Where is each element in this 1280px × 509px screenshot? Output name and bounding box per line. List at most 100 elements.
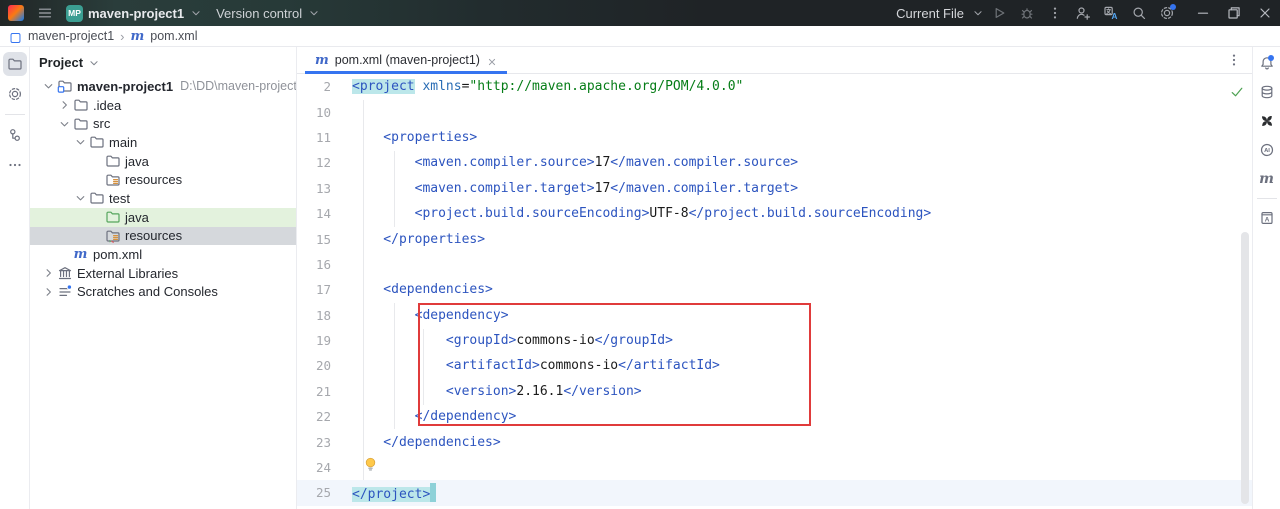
code-line-13[interactable]: 13 <maven.compiler.target>17</maven.comp… [297, 176, 1252, 201]
tree-item-java[interactable]: java [30, 152, 296, 171]
settings-tool-icon[interactable] [3, 82, 27, 106]
tab-options-kebab-icon[interactable] [1224, 50, 1244, 70]
code-line-18[interactable]: 18 <dependency> [297, 303, 1252, 328]
more-tools-icon[interactable] [3, 153, 27, 177]
code-line-12[interactable]: 12 <maven.compiler.source>17</maven.comp… [297, 150, 1252, 175]
search-icon[interactable] [1125, 0, 1153, 26]
run-configuration-selector[interactable]: Current File [888, 0, 985, 26]
tree-item-scratches-and-consoles[interactable]: Scratches and Consoles [30, 283, 296, 302]
code-line-16[interactable]: 16 [297, 252, 1252, 277]
tab-close-icon[interactable] [486, 54, 498, 66]
chevron-down-icon[interactable] [73, 191, 88, 206]
code-line-15[interactable]: 15 </properties> [297, 226, 1252, 251]
left-tool-strip [0, 47, 30, 509]
tree-item-test[interactable]: test [30, 189, 296, 208]
code-line-23[interactable]: 23 </dependencies> [297, 429, 1252, 454]
project-widget[interactable]: MP maven-project1 [66, 0, 203, 26]
tree-item-resources[interactable]: resources [30, 170, 296, 189]
chevron-down-icon[interactable] [41, 79, 56, 94]
line-number[interactable]: 22 [297, 409, 352, 424]
breadcrumb-project[interactable]: maven-project1 [28, 29, 114, 43]
tree-item-main[interactable]: main [30, 133, 296, 152]
chevron-right-icon[interactable] [57, 98, 72, 113]
documentation-book-icon[interactable]: A [1255, 206, 1279, 230]
intention-bulb-icon[interactable] [363, 456, 378, 472]
code-line-21[interactable]: 21 <version>2.16.1</version> [297, 379, 1252, 404]
line-number[interactable]: 2 [297, 79, 352, 94]
folder-resources-icon [104, 172, 121, 188]
tree-item--idea[interactable]: .idea [30, 96, 296, 115]
inspection-ok-check-icon[interactable] [1229, 84, 1245, 100]
line-number[interactable]: 20 [297, 358, 352, 373]
maximize-icon[interactable] [1218, 0, 1249, 26]
project-tool-window: Project maven-project1 D:\DD\maven-projec… [30, 47, 297, 509]
line-number[interactable]: 23 [297, 435, 352, 450]
indent-guide [394, 303, 395, 429]
chevron-down-icon[interactable] [57, 116, 72, 131]
code-line-10[interactable]: 10 [297, 99, 1252, 124]
editor-scrollbar[interactable] [1241, 232, 1249, 504]
code-line-17[interactable]: 17 <dependencies> [297, 277, 1252, 302]
project-panel-header[interactable]: Project [30, 47, 296, 77]
line-number[interactable]: 12 [297, 155, 352, 170]
code-line-2[interactable]: 2 <project xmlns="http://maven.apache.org… [297, 74, 1252, 99]
add-user-icon[interactable] [1069, 0, 1097, 26]
code-line-11[interactable]: 11 <properties> [297, 125, 1252, 150]
line-number[interactable]: 21 [297, 384, 352, 399]
code-line-24[interactable]: 24 [297, 455, 1252, 480]
database-icon[interactable] [1255, 80, 1279, 104]
tree-item-resources[interactable]: resources [30, 226, 296, 246]
line-number[interactable]: 10 [297, 105, 352, 120]
code-line-25[interactable]: 25 </project> [297, 480, 1252, 506]
maven-file-icon: m [130, 28, 145, 44]
line-number[interactable]: 24 [297, 460, 352, 475]
chevron-right-icon[interactable] [41, 266, 56, 281]
chevron-down-icon[interactable] [73, 135, 88, 150]
vcs-widget[interactable]: Version control [216, 0, 321, 26]
project-tool-icon[interactable] [2, 52, 27, 76]
folder-icon [72, 97, 89, 113]
main-menu-hamburger-icon[interactable] [37, 0, 53, 26]
breadcrumb-file[interactable]: pom.xml [150, 29, 197, 43]
project-badge: MP [66, 4, 83, 22]
line-number[interactable]: 15 [297, 232, 352, 247]
tree-item-pom-xml[interactable]: m pom.xml [30, 245, 296, 264]
debug-icon[interactable] [1013, 0, 1041, 26]
code-line-22[interactable]: 22 </dependency> [297, 404, 1252, 429]
line-number[interactable]: 13 [297, 181, 352, 196]
kebab-menu-icon[interactable] [1041, 0, 1069, 26]
chevron-right-icon[interactable] [41, 284, 56, 299]
line-number[interactable]: 17 [297, 282, 352, 297]
tree-item-label: pom.xml [93, 247, 143, 263]
main-area: Project maven-project1 D:\DD\maven-projec… [0, 47, 1280, 509]
line-number[interactable]: 16 [297, 257, 352, 272]
tree-item-java[interactable]: java [30, 207, 296, 227]
code-text: <dependency> [352, 307, 509, 323]
translate-icon[interactable]: A [1097, 0, 1125, 26]
tree-item-src[interactable]: src [30, 114, 296, 133]
close-icon[interactable] [1249, 0, 1280, 26]
minimize-icon[interactable] [1187, 0, 1218, 26]
tree-item-maven-project1[interactable]: maven-project1 D:\DD\maven-project1 [30, 77, 296, 96]
chevron-down-icon [971, 0, 985, 26]
line-number[interactable]: 14 [297, 206, 352, 221]
code-line-20[interactable]: 20 <artifactId>commons-io</artifactId> [297, 353, 1252, 378]
notifications-bell-icon[interactable] [1255, 51, 1279, 75]
line-number[interactable]: 25 [297, 485, 352, 500]
maven-tool-icon[interactable]: m [1255, 167, 1279, 191]
structure-tool-icon[interactable] [3, 123, 27, 147]
plugin-pinwheel-icon[interactable] [1255, 109, 1279, 133]
code-editor[interactable]: 2 <project xmlns="http://maven.apache.org… [297, 74, 1252, 509]
tree-item-external-libraries[interactable]: External Libraries [30, 264, 296, 283]
navigation-breadcrumb: maven-project1 › m pom.xml [0, 26, 1280, 47]
settings-icon[interactable] [1153, 0, 1181, 26]
ai-assistant-icon[interactable]: AI [1255, 138, 1279, 162]
tab-pom-xml[interactable]: m pom.xml (maven-project1) [305, 47, 507, 74]
code-line-14[interactable]: 14 <project.build.sourceEncoding>UTF-8</… [297, 201, 1252, 226]
run-icon[interactable] [985, 0, 1013, 26]
line-number[interactable]: 11 [297, 130, 352, 145]
line-number[interactable]: 19 [297, 333, 352, 348]
line-number[interactable]: 18 [297, 308, 352, 323]
code-line-19[interactable]: 19 <groupId>commons-io</groupId> [297, 328, 1252, 353]
